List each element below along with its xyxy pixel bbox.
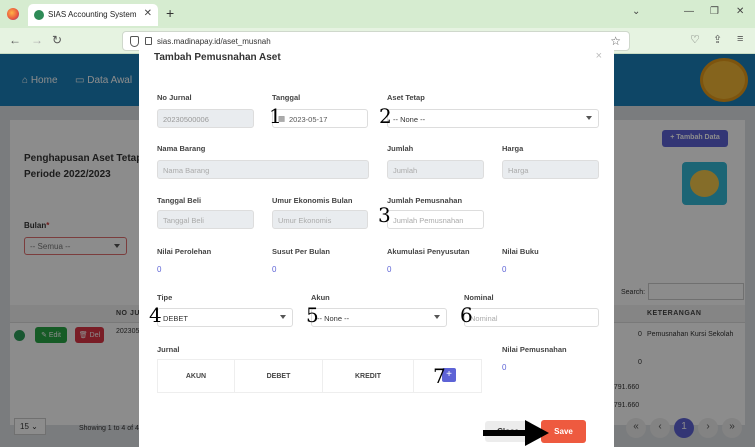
new-tab-icon[interactable]: + (166, 5, 174, 21)
umur-ekonomis-field: Umur Ekonomis (272, 210, 368, 229)
reload-icon[interactable]: ↻ (52, 33, 62, 47)
nilai-pemusnahan-label: Nilai Pemusnahan (502, 345, 567, 354)
jurnal-col-debet: DEBET (235, 360, 323, 393)
tanggal-field[interactable]: ▦ 2023-05-17 (272, 109, 368, 128)
tipe-value: DEBET (163, 314, 189, 323)
jumlah-field: Jumlah (387, 160, 484, 179)
akun-value: -- None -- (317, 314, 350, 323)
chevron-down-icon (280, 315, 286, 319)
annotation-1: 1 (269, 104, 282, 128)
nilai-perolehan-value: 0 (157, 265, 162, 274)
tipe-select[interactable]: DEBET (157, 308, 293, 327)
annotation-3: 3 (378, 203, 391, 227)
modal-title: Tambah Pemusnahan Aset (154, 52, 281, 63)
tanggal-beli-label: Tanggal Beli (157, 196, 202, 205)
akumulasi-penyusutan-value: 0 (387, 265, 392, 274)
no-jurnal-field: 20230500006 (157, 109, 254, 128)
tanggal-value: 2023-05-17 (289, 115, 328, 124)
nominal-input[interactable]: Nominal (464, 308, 599, 327)
jurnal-col-kredit: KREDIT (323, 360, 414, 393)
susut-per-bulan-value: 0 (272, 265, 277, 274)
aset-tetap-select[interactable]: -- None -- (387, 109, 599, 128)
jurnal-col-akun: AKUN (158, 360, 235, 393)
aset-tetap-value: -- None -- (393, 115, 426, 124)
annotation-2: 2 (379, 104, 392, 128)
bookmark-star-icon[interactable]: ☆ (610, 34, 621, 48)
nama-barang-field: Nama Barang (157, 160, 369, 179)
nominal-label: Nominal (464, 293, 494, 302)
jumlah-pemusnahan-label: Jumlah Pemusnahan (387, 196, 463, 205)
annotation-5: 5 (306, 303, 319, 327)
harga-field: Harga (502, 160, 599, 179)
pocket-icon[interactable]: ♡ (690, 33, 700, 46)
lock-icon[interactable] (145, 37, 152, 45)
akun-select[interactable]: -- None -- (311, 308, 447, 327)
nilai-buku-value: 0 (502, 265, 507, 274)
firefox-logo-icon[interactable] (7, 8, 19, 20)
tab-list-chevron-icon[interactable]: ⌄ (632, 6, 640, 17)
annotation-4: 4 (149, 303, 162, 327)
url-text[interactable]: sias.madinapay.id/aset_musnah (157, 37, 271, 46)
tab-title: SIAS Accounting System (48, 10, 137, 19)
jurnal-label: Jurnal (157, 345, 180, 354)
annotation-6: 6 (460, 303, 473, 327)
browser-tab[interactable]: SIAS Accounting System ✕ (28, 4, 158, 26)
tab-close-icon[interactable]: ✕ (144, 8, 152, 19)
forward-arrow-icon[interactable]: → (31, 33, 43, 47)
tanggal-beli-field: Tanggal Beli (157, 210, 254, 229)
site-favicon-icon (34, 10, 44, 20)
harga-label: Harga (502, 144, 524, 153)
modal-close-icon[interactable]: × (596, 50, 602, 62)
menu-hamburger-icon[interactable]: ≡ (737, 33, 743, 45)
tambah-pemusnahan-modal: Tambah Pemusnahan Aset × No Jurnal 20230… (139, 47, 614, 447)
tanggal-label: Tanggal (272, 93, 301, 102)
nilai-buku-label: Nilai Buku (502, 247, 539, 256)
annotation-7: 7 (433, 364, 446, 388)
tipe-label: Tipe (157, 293, 173, 302)
back-arrow-icon[interactable]: ← (9, 33, 21, 47)
arrow-annotation-icon (483, 420, 549, 446)
restore-icon[interactable]: ❐ (710, 6, 719, 17)
tracking-shield-icon[interactable] (130, 36, 139, 47)
akun-label: Akun (311, 293, 330, 302)
aset-tetap-label: Aset Tetap (387, 93, 425, 102)
window-close-icon[interactable]: ✕ (736, 6, 744, 17)
nilai-perolehan-label: Nilai Perolehan (157, 247, 212, 256)
akumulasi-penyusutan-label: Akumulasi Penyusutan (387, 247, 470, 256)
nilai-pemusnahan-value: 0 (502, 363, 507, 372)
nama-barang-label: Nama Barang (157, 144, 206, 153)
susut-per-bulan-label: Susut Per Bulan (272, 247, 330, 256)
jumlah-pemusnahan-input[interactable]: Jumlah Pemusnahan (387, 210, 484, 229)
no-jurnal-label: No Jurnal (157, 93, 192, 102)
umur-ekonomis-label: Umur Ekonomis Bulan (272, 196, 353, 205)
chevron-down-icon (586, 116, 592, 120)
jumlah-label: Jumlah (387, 144, 414, 153)
browser-tab-bar: SIAS Accounting System ✕ + ⌄ — ❐ ✕ (0, 0, 755, 28)
minimize-icon[interactable]: — (684, 6, 694, 17)
extensions-icon[interactable]: ⇪ (713, 33, 722, 46)
chevron-down-icon (434, 315, 440, 319)
